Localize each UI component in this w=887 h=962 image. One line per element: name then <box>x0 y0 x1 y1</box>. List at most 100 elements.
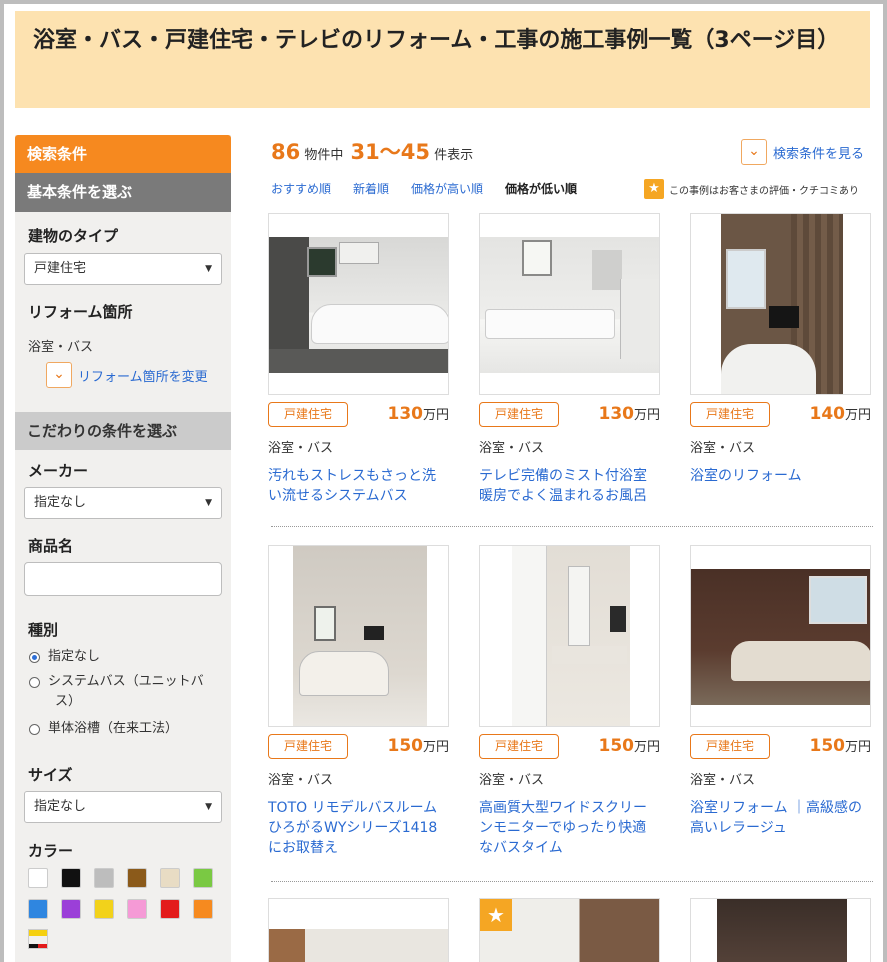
building-type-badge: 戸建住宅 <box>268 734 348 759</box>
radio-icon[interactable] <box>29 724 40 735</box>
display-range: 31〜45 <box>350 140 430 164</box>
sort-options: おすすめ順 新着順 価格が高い順 価格が低い順 <box>271 180 577 197</box>
star-icon: ★ <box>644 179 664 199</box>
kind-option-label: 指定なし <box>48 649 101 664</box>
color-swatch[interactable] <box>94 899 114 919</box>
case-title-link[interactable]: TOTO リモデルバスルーム ひろがるWYシリーズ1418にお取替え <box>268 798 449 858</box>
case-photo[interactable] <box>268 898 449 962</box>
size-label: サイズ <box>28 766 73 784</box>
case-price: 150万円 <box>387 736 449 756</box>
case-category: 浴室・バス <box>479 441 545 456</box>
dropdown-arrow-icon: ▼ <box>205 498 212 508</box>
dropdown-arrow-icon: ▼ <box>205 802 212 812</box>
size-value: 指定なし <box>34 799 87 814</box>
case-price: 130万円 <box>387 404 449 424</box>
building-type-value: 戸建住宅 <box>34 261 87 276</box>
sort-price-low[interactable]: 価格が低い順 <box>505 180 577 197</box>
maker-select[interactable]: 指定なし ▼ <box>24 487 222 519</box>
case-category: 浴室・バス <box>479 773 545 788</box>
radio-selected-icon[interactable] <box>29 652 40 663</box>
color-label: カラー <box>28 842 74 860</box>
row-divider <box>271 526 873 527</box>
building-type-badge: 戸建住宅 <box>268 402 348 427</box>
basic-conditions-heading: 基本条件を選ぶ <box>15 173 231 212</box>
case-title-link[interactable]: 高画質大型ワイドスクリーンモニターでゆったり快適なバスタイム <box>479 798 660 858</box>
size-select[interactable]: 指定なし ▼ <box>24 791 222 823</box>
total-suffix: 物件中 <box>304 148 344 163</box>
kind-option-label: システムバス（ユニットバ ス） <box>48 674 204 709</box>
kind-radio-single-tub[interactable]: 単体浴槽（在来工法） <box>29 719 178 739</box>
sort-price-high[interactable]: 価格が高い順 <box>411 180 483 197</box>
color-swatch[interactable] <box>28 899 48 919</box>
case-category: 浴室・バス <box>268 773 334 788</box>
color-swatch[interactable] <box>193 868 213 888</box>
color-swatch[interactable] <box>160 899 180 919</box>
change-area-control[interactable]: ⌄ リフォーム箇所を変更 <box>46 362 208 388</box>
sidebar-header: 検索条件 <box>15 135 231 173</box>
building-type-badge: 戸建住宅 <box>479 402 559 427</box>
case-price: 130万円 <box>598 404 660 424</box>
maker-label: メーカー <box>28 462 89 480</box>
change-area-link[interactable]: リフォーム箇所を変更 <box>78 366 208 385</box>
case-price: 150万円 <box>598 736 660 756</box>
radio-icon[interactable] <box>29 677 40 688</box>
view-conditions-link[interactable]: 検索条件を見る <box>773 143 864 162</box>
search-sidebar: 検索条件 基本条件を選ぶ 建物のタイプ 戸建住宅 ▼ リフォーム箇所 浴室・バス… <box>15 135 231 962</box>
case-photo[interactable]: ★ <box>479 898 660 962</box>
case-title-link[interactable]: 汚れもストレスもさっと洗い流せるシステムバス <box>268 466 449 506</box>
color-swatch[interactable] <box>28 868 48 888</box>
result-summary: 86 物件中 31〜45 件表示 <box>271 136 473 166</box>
color-swatch[interactable] <box>94 868 114 888</box>
color-swatch[interactable] <box>160 868 180 888</box>
color-swatch[interactable] <box>127 899 147 919</box>
case-photo[interactable] <box>268 213 449 395</box>
sort-recommended[interactable]: おすすめ順 <box>271 180 331 197</box>
case-price: 150万円 <box>809 736 871 756</box>
case-photo[interactable] <box>690 213 871 395</box>
range-suffix: 件表示 <box>434 148 474 163</box>
chevron-down-icon[interactable]: ⌄ <box>46 362 72 388</box>
building-type-label: 建物のタイプ <box>28 227 119 245</box>
dropdown-arrow-icon: ▼ <box>205 264 212 274</box>
sort-newest[interactable]: 新着順 <box>353 180 389 197</box>
star-icon: ★ <box>480 899 512 931</box>
building-type-select[interactable]: 戸建住宅 ▼ <box>24 253 222 285</box>
color-swatch[interactable] <box>61 899 81 919</box>
reform-area-value: 浴室・バス <box>28 340 94 355</box>
rating-note-text: この事例はお客さまの評価・クチコミあり <box>669 185 859 197</box>
color-swatch[interactable] <box>61 868 81 888</box>
building-type-badge: 戸建住宅 <box>690 734 770 759</box>
total-count: 86 <box>271 140 301 164</box>
case-photo[interactable] <box>690 545 871 727</box>
page-title: 浴室・バス・戸建住宅・テレビのリフォーム・工事の施工事例一覧（3ページ目） <box>33 28 840 53</box>
reform-area-label: リフォーム箇所 <box>28 303 133 321</box>
building-type-badge: 戸建住宅 <box>690 402 770 427</box>
chevron-down-icon[interactable]: ⌄ <box>741 139 767 165</box>
detail-conditions-heading: こだわりの条件を選ぶ <box>15 412 231 450</box>
page-header: 浴室・バス・戸建住宅・テレビのリフォーム・工事の施工事例一覧（3ページ目） <box>15 11 870 108</box>
color-swatch[interactable] <box>193 899 213 919</box>
row-divider <box>271 881 873 882</box>
multicolor-swatch[interactable] <box>28 929 48 949</box>
case-title-link[interactable]: 浴室のリフォーム <box>690 466 871 486</box>
view-conditions-control[interactable]: ⌄ 検索条件を見る <box>741 139 864 165</box>
case-photo[interactable] <box>690 898 871 962</box>
case-category: 浴室・バス <box>268 441 334 456</box>
case-title-link[interactable]: 浴室リフォーム ｜高級感の高いレラージュ <box>690 798 871 838</box>
kind-radio-system-bath[interactable]: システムバス（ユニットバ ス） <box>29 672 229 712</box>
maker-value: 指定なし <box>34 495 87 510</box>
case-photo[interactable] <box>479 545 660 727</box>
case-category: 浴室・バス <box>690 441 756 456</box>
page-frame: 浴室・バス・戸建住宅・テレビのリフォーム・工事の施工事例一覧（3ページ目） 検索… <box>0 0 887 962</box>
case-category: 浴室・バス <box>690 773 756 788</box>
case-photo[interactable] <box>479 213 660 395</box>
color-swatch[interactable] <box>127 868 147 888</box>
case-title-link[interactable]: テレビ完備のミスト付浴室暖房でよく温まれるお風呂 <box>479 466 660 506</box>
product-name-label: 商品名 <box>28 537 74 555</box>
product-name-input[interactable] <box>24 562 222 596</box>
kind-radio-unspecified[interactable]: 指定なし <box>29 647 100 667</box>
kind-option-label: 単体浴槽（在来工法） <box>48 721 179 736</box>
case-photo[interactable] <box>268 545 449 727</box>
building-type-badge: 戸建住宅 <box>479 734 559 759</box>
kind-label: 種別 <box>28 621 59 639</box>
